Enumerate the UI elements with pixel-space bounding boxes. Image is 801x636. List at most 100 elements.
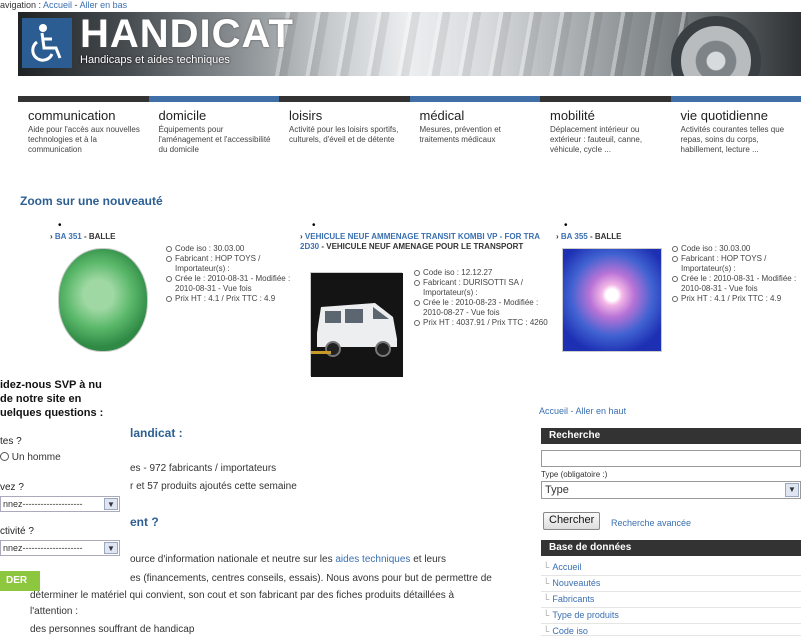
database-item[interactable]: └ Code iso: [541, 624, 801, 636]
survey-submit-button[interactable]: DER: [0, 571, 40, 591]
bullet-icon: •: [564, 220, 568, 231]
product-card: • › BA 355 - BALLE Code iso : 30.03.00 F…: [556, 220, 801, 362]
category-description: Aide pour l'accès aux nouvelles technolo…: [28, 125, 140, 154]
survey-select[interactable]: nnez-------------------- ▼: [0, 496, 120, 512]
product-card: • › BA 351 - BALLE Code iso : 30.03.00 F…: [50, 220, 300, 362]
category-menu: communication Aide pour l'accès aux nouv…: [18, 96, 801, 166]
type-select[interactable]: Type ▼: [541, 481, 801, 499]
survey-select[interactable]: nnez-------------------- ▼: [0, 540, 120, 556]
category-title[interactable]: vie quotidienne: [681, 108, 796, 123]
radio-button[interactable]: [0, 452, 9, 461]
tree-branch-icon: └: [543, 578, 550, 588]
site-logo-title[interactable]: HANDICAT: [80, 12, 294, 57]
tree-branch-icon: └: [543, 594, 550, 604]
category-title[interactable]: domicile: [159, 108, 274, 123]
chevron-down-icon[interactable]: ▼: [785, 483, 799, 497]
database-item[interactable]: └ Accueil: [541, 560, 801, 576]
survey-panel: idez-nous SVP à nu de notre site en uelq…: [0, 378, 126, 636]
nav-separator: -: [72, 0, 80, 10]
zoom-section-title: Zoom sur une nouveauté: [20, 194, 163, 208]
product-image[interactable]: [562, 248, 662, 352]
product-info: Code iso : 12.12.27 Fabricant : DURISOTT…: [414, 268, 548, 328]
chevron-down-icon[interactable]: ▼: [104, 498, 118, 510]
product-link[interactable]: BA 351: [55, 232, 82, 241]
back-to-top-link[interactable]: Aller en haut: [576, 406, 627, 416]
banner-streak-decoration: [268, 12, 688, 76]
select-value: nnez--------------------: [3, 499, 83, 509]
product-code: Code iso : 30.03.00: [166, 244, 296, 254]
category-communication[interactable]: communication Aide pour l'accès aux nouv…: [18, 96, 149, 166]
category-domicile[interactable]: domicile Équipements pour l'aménagement …: [148, 96, 279, 166]
category-title[interactable]: médical: [420, 108, 535, 123]
database-item-label[interactable]: Fabricants: [552, 594, 594, 604]
category-vie-quotidienne[interactable]: vie quotidienne Activités courantes tell…: [670, 96, 801, 166]
product-code: Code iso : 30.03.00: [672, 244, 800, 254]
product-name: - BALLE: [81, 232, 116, 241]
database-item-label[interactable]: Nouveautés: [552, 578, 600, 588]
database-item-label[interactable]: Accueil: [552, 562, 581, 572]
select-value: Type: [545, 484, 569, 496]
intro-text: ource d'information nationale et neutre …: [130, 554, 336, 565]
database-item[interactable]: └ Fabricants: [541, 592, 801, 608]
database-item-label[interactable]: Type de produits: [552, 610, 619, 620]
product-name: - BALLE: [587, 232, 622, 241]
product-info: Code iso : 30.03.00 Fabricant : HOP TOYS…: [672, 244, 800, 304]
product-image[interactable]: [310, 272, 403, 377]
product-title: › BA 351 - BALLE: [50, 232, 116, 241]
survey-question: vez ?: [0, 482, 24, 493]
database-item-label[interactable]: Code iso: [552, 626, 588, 635]
category-description: Activités courantes telles que repas, so…: [680, 125, 785, 154]
category-description: Activité pour les loisirs sportifs, cult…: [289, 125, 399, 144]
select-value: nnez--------------------: [3, 543, 83, 553]
nav-prefix: avigation :: [0, 0, 44, 10]
nav-down-link[interactable]: Aller en bas: [80, 0, 128, 10]
bullet-icon: •: [58, 220, 62, 231]
chevron-down-icon[interactable]: ▼: [104, 542, 118, 554]
product-image[interactable]: [58, 248, 148, 352]
product-manufacturer: Fabricant : HOP TOYS / Importateur(s) :: [672, 254, 800, 274]
stats-line: r et 57 produits ajoutés cette semaine: [130, 481, 297, 492]
tree-branch-icon: └: [543, 562, 550, 572]
database-item[interactable]: └ Type de produits: [541, 608, 801, 624]
product-title: › VEHICULE NEUF AMMENAGE TRANSIT KOMBI V…: [300, 232, 540, 251]
survey-question: ctivité ?: [0, 526, 34, 537]
link-separator: -: [568, 406, 576, 416]
section-heading: landicat :: [130, 426, 183, 440]
intro-text: et leurs: [410, 554, 447, 565]
survey-heading: idez-nous SVP à nu de notre site en uelq…: [0, 379, 104, 419]
wheelchair-icon: [22, 18, 72, 68]
site-logo-subtitle: Handicaps et aides techniques: [80, 54, 230, 66]
product-link[interactable]: BA 355: [561, 232, 588, 241]
intro-paragraph-line: ource d'information nationale et neutre …: [130, 554, 530, 565]
tree-branch-icon: └: [543, 626, 550, 636]
category-loisirs[interactable]: loisirs Activité pour les loisirs sporti…: [279, 96, 410, 166]
search-button[interactable]: Chercher: [543, 512, 601, 530]
product-card: • › VEHICULE NEUF AMMENAGE TRANSIT KOMBI…: [298, 220, 548, 382]
right-sidebar: Accueil - Aller en haut Recherche Type (…: [537, 404, 801, 636]
intro-paragraph-line: es (financements, centres conseils, essa…: [130, 573, 492, 584]
search-input[interactable]: [541, 450, 801, 467]
product-code: Code iso : 12.12.27: [414, 268, 548, 278]
search-header: Recherche: [541, 428, 801, 444]
database-header: Base de données: [541, 540, 801, 556]
top-navigation: avigation : Accueil - Aller en bas: [0, 0, 127, 12]
category-medical[interactable]: médical Mesures, prévention et traitemen…: [409, 96, 540, 166]
bullet-icon: •: [312, 220, 316, 231]
survey-radio-option[interactable]: Un homme: [0, 452, 61, 463]
nav-home-link[interactable]: Accueil: [43, 0, 72, 10]
database-item[interactable]: └ Nouveautés: [541, 576, 801, 592]
type-label: Type (obligatoire :): [541, 470, 608, 479]
van-icon: [311, 273, 403, 377]
category-mobilite[interactable]: mobilité Déplacement intérieur ou extéri…: [540, 96, 671, 166]
category-title[interactable]: loisirs: [289, 108, 404, 123]
product-info: Code iso : 30.03.00 Fabricant : HOP TOYS…: [166, 244, 296, 304]
advanced-search-link[interactable]: Recherche avancée: [611, 518, 691, 528]
category-title[interactable]: mobilité: [550, 108, 665, 123]
category-title[interactable]: communication: [28, 108, 143, 123]
aides-techniques-link[interactable]: aides techniques: [335, 554, 410, 565]
sidebar-home-link[interactable]: Accueil: [539, 406, 568, 416]
tree-branch-icon: └: [543, 610, 550, 620]
sidebar-top-links: Accueil - Aller en haut: [539, 406, 626, 416]
product-name: - VEHICULE NEUF AMENAGE POUR LE TRANSPOR…: [319, 242, 524, 251]
product-title: › BA 355 - BALLE: [556, 232, 622, 241]
